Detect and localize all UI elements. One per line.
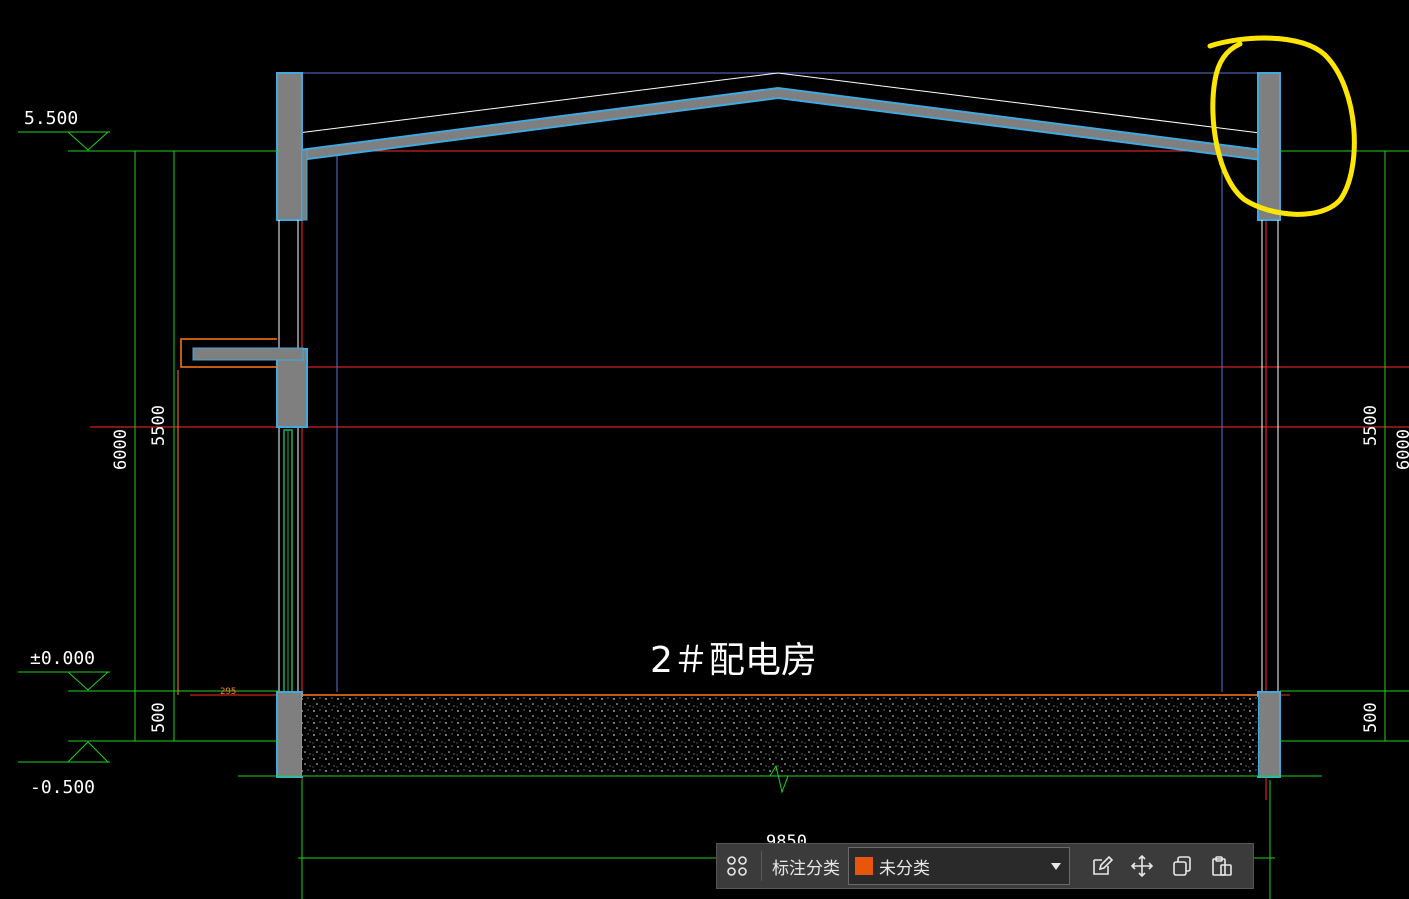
copy-icon	[1173, 856, 1191, 876]
level-bottom-label: -0.500	[30, 777, 95, 798]
paste-button[interactable]	[1202, 844, 1242, 888]
annotation-toolbar: 标注分类 未分类	[716, 843, 1254, 889]
dim-right-upper: 5500	[1361, 405, 1381, 446]
apps-icon	[727, 856, 747, 876]
dim-left-upper: 5500	[149, 405, 169, 446]
edit-icon	[1093, 855, 1114, 875]
room-label: 2＃配电房	[650, 640, 817, 681]
category-label: 标注分类	[772, 858, 840, 879]
roof	[297, 72, 1263, 162]
category-select[interactable]: 未分类	[848, 847, 1070, 885]
floor-slab	[238, 694, 1322, 794]
level-top-label: 5.500	[24, 108, 78, 129]
apps-button[interactable]	[717, 844, 757, 888]
yellow-markup-circle[interactable]	[1207, 35, 1357, 217]
dim-right-lower: 500	[1361, 702, 1381, 733]
dim-left-total: 6000	[111, 429, 131, 470]
level-ground-label: ±0.000	[30, 648, 95, 669]
edit-button[interactable]	[1082, 844, 1122, 888]
move-icon	[1130, 854, 1154, 878]
toolbar-divider	[761, 851, 762, 881]
dim-left-lower: 500	[149, 702, 169, 733]
right-wall	[1257, 72, 1281, 778]
dim-small: 295	[220, 687, 236, 697]
chevron-down-icon	[1051, 863, 1061, 870]
cad-drawing-canvas[interactable]: 5.500 ±0.000 -0.500 6000 5500 500 5500 6…	[0, 0, 1409, 899]
dim-right-total: 6000	[1394, 429, 1409, 470]
move-button[interactable]	[1122, 844, 1162, 888]
category-color-swatch	[855, 857, 873, 875]
category-value: 未分类	[879, 858, 930, 879]
blue-inner-lines	[283, 72, 1275, 692]
copy-button[interactable]	[1162, 844, 1202, 888]
paste-icon	[1212, 856, 1232, 876]
dimension-lines	[18, 131, 1409, 899]
